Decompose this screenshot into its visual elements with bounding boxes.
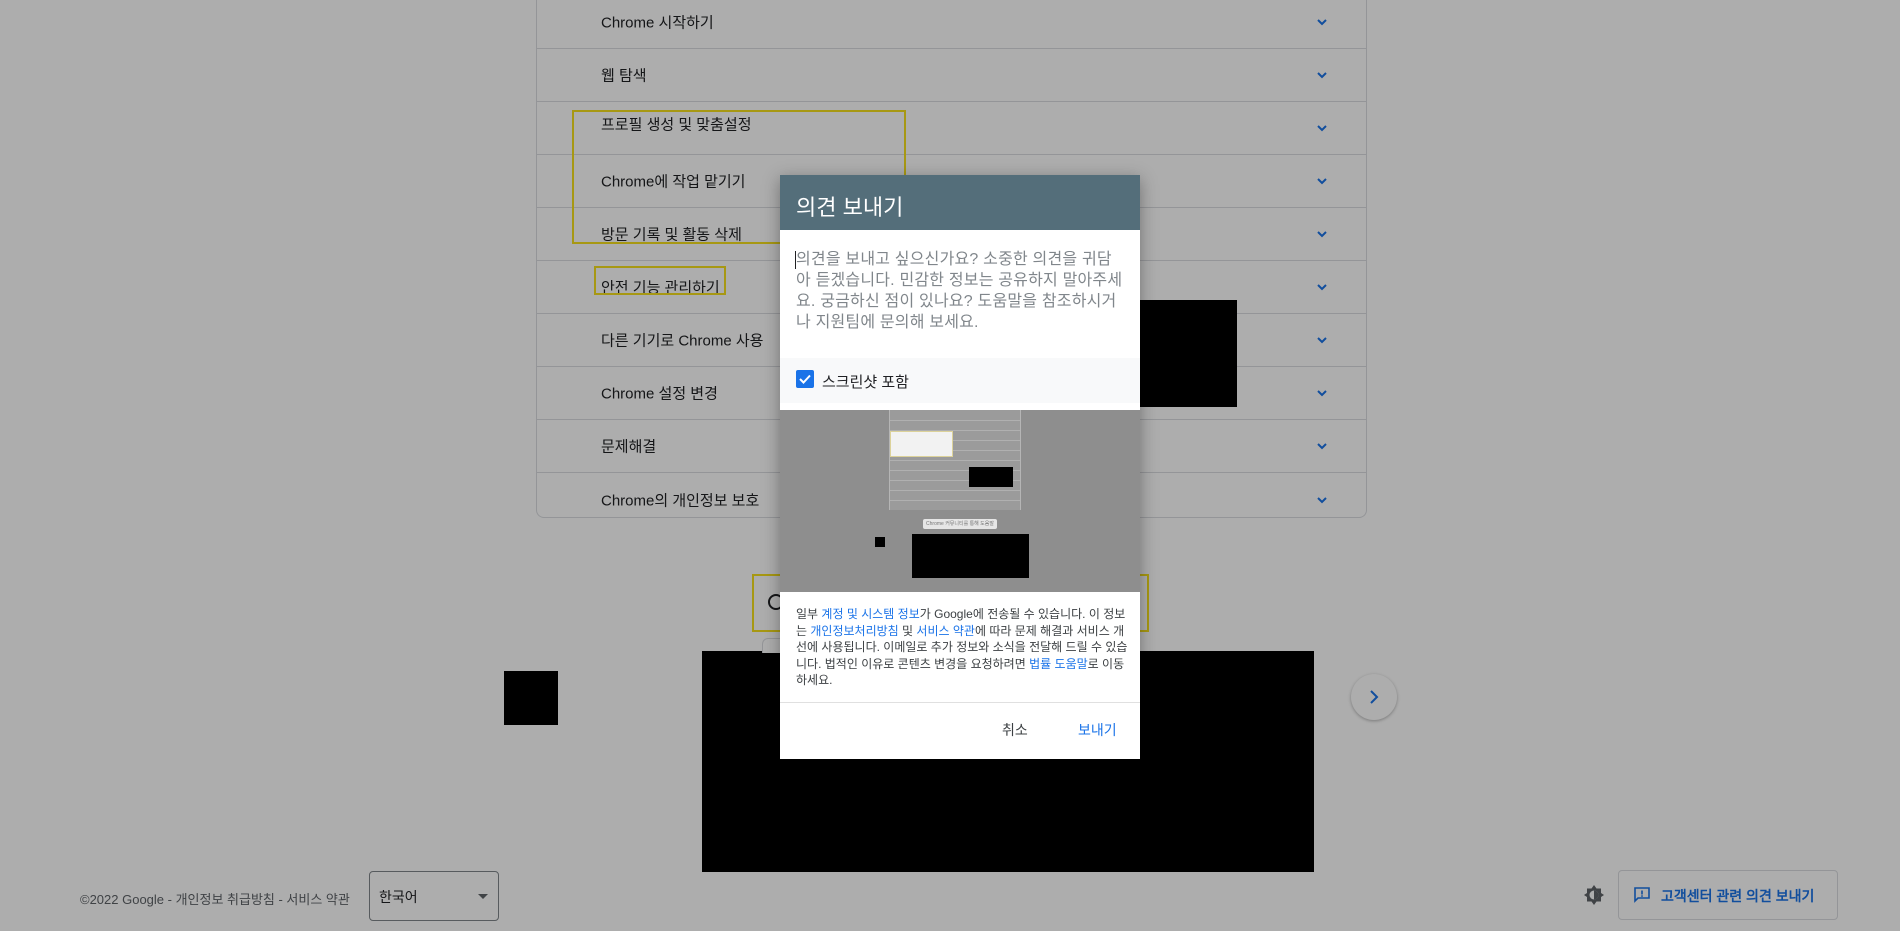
screenshot-option-row: 스크린샷 포함 xyxy=(780,358,1140,403)
legal-text: 일부 xyxy=(796,607,822,621)
preview-redaction xyxy=(875,537,885,547)
preview-pill: Chrome 커뮤니티를 통해 도움말 xyxy=(923,519,997,529)
preview-redaction xyxy=(969,467,1013,487)
dialog-title: 의견 보내기 xyxy=(796,195,904,220)
preview-line xyxy=(890,460,1020,461)
legal-text: 및 xyxy=(898,623,917,638)
privacy-policy-link[interactable]: 개인정보처리방침 xyxy=(810,624,898,638)
preview-line xyxy=(890,500,1020,501)
feedback-dialog: 의견 보내기 의견을 보내고 싶으신가요? 소중한 의견을 귀담아 듣겠습니다.… xyxy=(780,175,1140,759)
checkmark-icon xyxy=(799,374,811,384)
dialog-header: 의견 보내기 xyxy=(780,175,1140,230)
include-screenshot-label[interactable]: 스크린샷 포함 xyxy=(822,371,909,392)
screenshot-preview[interactable]: Chrome 커뮤니티를 통해 도움말 xyxy=(780,410,1140,592)
include-screenshot-checkbox[interactable] xyxy=(796,370,814,388)
preview-line xyxy=(890,420,1020,421)
preview-redaction xyxy=(912,534,1029,578)
terms-of-service-link[interactable]: 서비스 약관 xyxy=(916,624,975,638)
preview-line xyxy=(890,490,1020,491)
feedback-textarea[interactable]: 의견을 보내고 싶으신가요? 소중한 의견을 귀담아 듣겠습니다. 민감한 정보… xyxy=(796,249,1126,339)
cancel-button[interactable]: 취소 xyxy=(1002,720,1028,740)
legal-help-link[interactable]: 법률 도움말 xyxy=(1029,657,1088,671)
send-button[interactable]: 보내기 xyxy=(1078,720,1117,740)
preview-highlight xyxy=(890,431,953,457)
preview-accordion xyxy=(889,410,1021,510)
legal-notice: 일부 계정 및 시스템 정보가 Google에 전송될 수 있습니다. 이 정보… xyxy=(796,606,1128,689)
account-system-info-link[interactable]: 계정 및 시스템 정보 xyxy=(821,607,919,621)
dialog-divider xyxy=(780,702,1140,703)
